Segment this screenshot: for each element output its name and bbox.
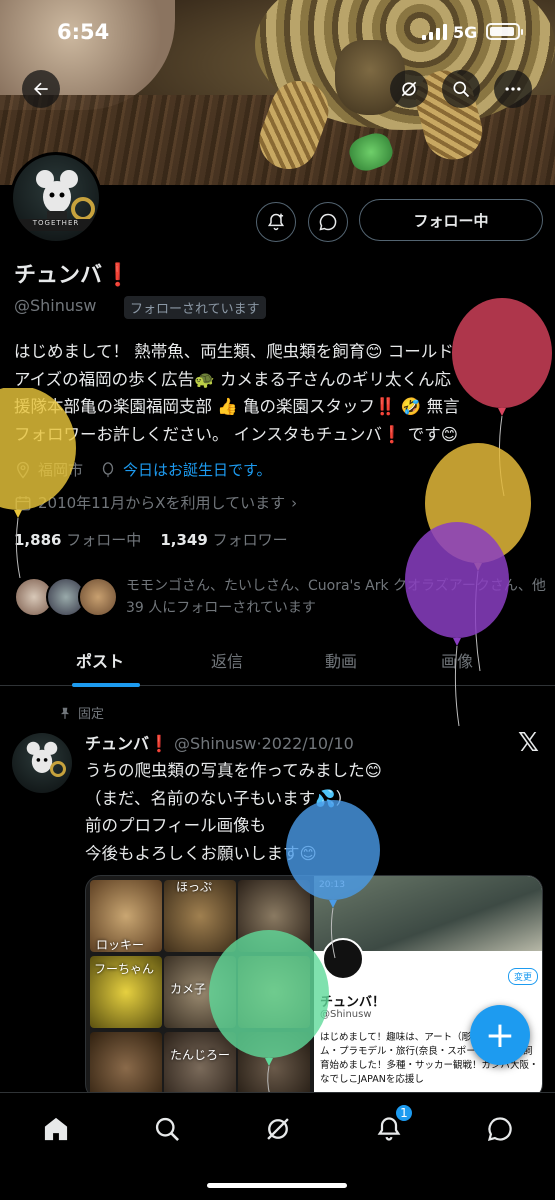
grok-icon bbox=[267, 1118, 289, 1140]
tile-label: ほっぷ bbox=[176, 880, 213, 894]
post-line: 今後もよろしくお願いします😊 bbox=[85, 843, 317, 863]
media-tile bbox=[238, 956, 310, 1028]
balloon-purple bbox=[405, 522, 509, 727]
chevron-right-icon: › bbox=[291, 493, 298, 512]
pinned-label: 固定 bbox=[78, 707, 105, 722]
profile-name-emoji: ❗ bbox=[104, 263, 132, 288]
pin-icon bbox=[60, 707, 70, 719]
tile-label: ロッキー bbox=[96, 938, 145, 952]
location-pin-icon bbox=[17, 461, 29, 479]
profile-bio: はじめまして！ 熱帯魚、両生類、爬虫類を飼育😊 コールド アイズの福岡の歩く広告… bbox=[14, 338, 544, 448]
following-button[interactable]: フォロー中 bbox=[359, 199, 543, 241]
home-icon bbox=[44, 1117, 68, 1141]
tile-label: フーちゃん bbox=[94, 962, 155, 976]
notify-button[interactable] bbox=[256, 202, 296, 242]
back-arrow-icon bbox=[34, 82, 48, 96]
media-tile bbox=[90, 1032, 162, 1099]
phone-profile-handle: @Shinusw bbox=[320, 1009, 372, 1020]
more-button[interactable] bbox=[494, 70, 532, 108]
status-bar: 6:54 5G bbox=[0, 0, 555, 60]
post-author-name[interactable]: チュンバ bbox=[85, 734, 149, 753]
pinned-indicator: 固定 bbox=[58, 703, 104, 722]
profile-avatar[interactable]: TOGETHER bbox=[10, 152, 102, 244]
following-count: 1,886 bbox=[14, 531, 62, 549]
bio-line: フォロワーお許しください。 インスタもチュンバ❗ です😊 bbox=[14, 424, 458, 444]
tile-label: カメ子 bbox=[170, 982, 207, 996]
bio-line: アイズの福岡の歩く広告🐢 カメまる子さんのギリ太くん応 bbox=[14, 369, 451, 389]
profile-name-text: チュンバ bbox=[14, 263, 103, 288]
signal-icon bbox=[422, 24, 448, 40]
follow-counts: 1,886 フォロー中 1,349 フォロワー bbox=[14, 529, 288, 550]
status-time: 6:54 bbox=[57, 20, 110, 44]
battery-icon bbox=[486, 23, 523, 40]
search-icon bbox=[453, 81, 470, 98]
followed-by-row[interactable]: モモンゴさん、たいしさん、Cuora's Ark クオラズアークさん、他 39 … bbox=[14, 575, 546, 623]
post-author-handle: @Shinusw bbox=[174, 734, 257, 753]
tab-replies[interactable]: 返信 bbox=[211, 648, 243, 672]
message-icon bbox=[487, 1117, 512, 1142]
post-text: うちの爬虫類の写真を作ってみました😊 （まだ、名前のない子もいます💦） 前のプロ… bbox=[85, 757, 525, 867]
media-tile bbox=[164, 1032, 236, 1099]
message-button[interactable] bbox=[308, 202, 348, 242]
followed-by-text: モモンゴさん、たいしさん、Cuora's Ark クオラズアークさん、他 39 … bbox=[126, 578, 546, 616]
grok-icon bbox=[401, 81, 417, 97]
phone-time: 20:13 bbox=[319, 880, 345, 890]
post-author-emoji: ❗ bbox=[149, 734, 169, 753]
followers-count: 1,349 bbox=[160, 531, 208, 549]
home-indicator bbox=[207, 1183, 347, 1188]
profile-tabs: ポスト 返信 動画 画像 bbox=[0, 636, 555, 686]
post-line: 前のプロフィール画像も bbox=[85, 816, 267, 835]
profile-meta-row: 福岡市 今日はお誕生日です。 bbox=[14, 459, 272, 480]
following-link[interactable]: 1,886 フォロー中 bbox=[14, 531, 141, 549]
search-button[interactable] bbox=[442, 70, 480, 108]
nav-search[interactable] bbox=[147, 1109, 187, 1149]
message-icon bbox=[319, 213, 337, 231]
phone-profile-name: チュンバ！ bbox=[320, 995, 386, 1010]
tile-label: たんじろー bbox=[170, 1048, 231, 1062]
post-media[interactable]: ロッキー ほっぷ フーちゃん カメ子 たんじろー 20:13 変更 チュンバ！ … bbox=[85, 875, 543, 1100]
bio-line: はじめまして！ 熱帯魚、両生類、爬虫類を飼育😊 コールド bbox=[14, 342, 454, 361]
network-type: 5G bbox=[453, 23, 478, 42]
compose-plus-icon: + bbox=[484, 1014, 516, 1056]
post-header: チュンバ❗ @Shinusw·2022/10/10 bbox=[85, 734, 354, 753]
bio-line: 援隊本部亀の楽園福岡支部 👍 亀の楽園スタッフ‼️ 🤣 無言 bbox=[14, 397, 460, 416]
nav-messages[interactable] bbox=[480, 1109, 520, 1149]
tab-posts[interactable]: ポスト bbox=[76, 648, 124, 672]
profile-location: 福岡市 bbox=[38, 461, 84, 479]
post-line: うちの爬虫類の写真を作ってみました😊 bbox=[85, 761, 382, 780]
tab-videos[interactable]: 動画 bbox=[325, 648, 357, 672]
post-date[interactable]: 2022/10/10 bbox=[262, 734, 354, 753]
following-label: フォロー中 bbox=[66, 531, 142, 549]
search-icon bbox=[155, 1117, 179, 1141]
followers-link[interactable]: 1,349 フォロワー bbox=[160, 531, 287, 549]
followers-label: フォロワー bbox=[212, 531, 288, 549]
compose-button[interactable]: + bbox=[470, 1005, 530, 1065]
post-avatar[interactable] bbox=[12, 733, 72, 793]
active-tab-indicator bbox=[72, 683, 140, 687]
tab-images[interactable]: 画像 bbox=[441, 648, 473, 672]
profile-handle: @Shinusw bbox=[14, 296, 97, 315]
bell-plus-icon bbox=[267, 213, 285, 231]
nav-home[interactable] bbox=[36, 1109, 76, 1149]
back-button[interactable] bbox=[22, 70, 60, 108]
joined-date: 2010年11月からXを利用しています bbox=[38, 494, 286, 512]
notification-badge: 1 bbox=[394, 1103, 414, 1123]
follower-avatar bbox=[78, 577, 118, 617]
joined-row[interactable]: 2010年11月からXを利用しています › bbox=[14, 492, 297, 513]
follows-you-badge: フォローされています bbox=[124, 296, 266, 319]
profile-screenshot: 20:13 変更 チュンバ！ @Shinusw はじめまして！趣味は、アート（彫… bbox=[314, 876, 542, 1099]
more-icon bbox=[505, 87, 521, 91]
media-tile bbox=[238, 1032, 310, 1099]
post-line: （まだ、名前のない子もいます💦） bbox=[85, 788, 353, 808]
birthday-link[interactable]: 今日はお誕生日です。 bbox=[123, 459, 272, 480]
x-logo-icon: 𝕏 bbox=[518, 728, 539, 758]
calendar-icon bbox=[15, 495, 31, 510]
profile-name: チュンバ❗ bbox=[14, 257, 131, 289]
nav-grok[interactable] bbox=[258, 1109, 298, 1149]
media-tile bbox=[238, 880, 310, 952]
grok-button[interactable] bbox=[390, 70, 428, 108]
phone-edit-button: 変更 bbox=[507, 968, 538, 985]
balloon-icon bbox=[102, 461, 114, 477]
